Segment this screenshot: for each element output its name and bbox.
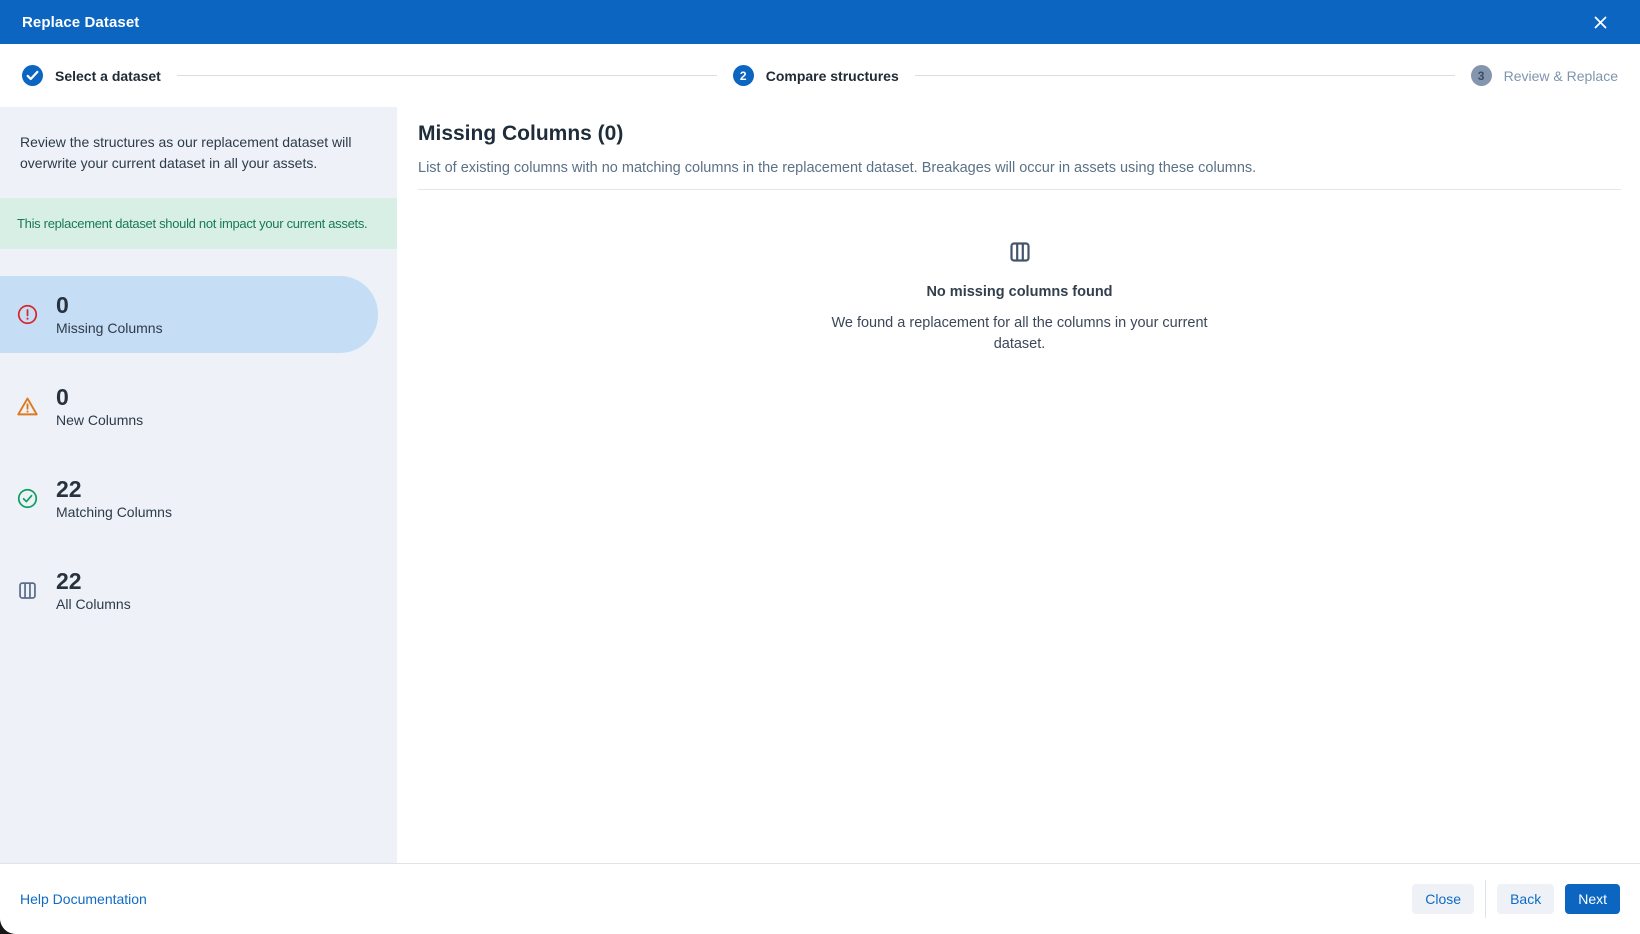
close-icon[interactable] [1588, 10, 1612, 34]
step-number-badge: 2 [733, 65, 754, 86]
card-text: 0 New Columns [56, 385, 143, 428]
next-button[interactable]: Next [1565, 884, 1620, 914]
footer-actions: Close Back Next [1412, 880, 1620, 918]
card-label: Matching Columns [56, 504, 172, 520]
step-completed-check-icon [22, 65, 43, 86]
comparison-sidebar: Review the structures as our replacement… [0, 107, 397, 863]
modal-titlebar: Replace Dataset [0, 0, 1640, 44]
card-text: 22 Matching Columns [56, 477, 172, 520]
card-count: 0 [56, 385, 143, 409]
step-label: Compare structures [766, 68, 899, 84]
empty-state-title: No missing columns found [926, 284, 1112, 300]
step-label: Select a dataset [55, 68, 161, 84]
empty-state-description: We found a replacement for all the colum… [820, 313, 1220, 355]
column-summary-cards: 0 Missing Columns 0 New Column [0, 276, 397, 629]
card-text: 0 Missing Columns [56, 293, 163, 336]
card-missing-columns[interactable]: 0 Missing Columns [0, 276, 378, 353]
card-label: New Columns [56, 412, 143, 428]
card-matching-columns[interactable]: 22 Matching Columns [0, 460, 378, 537]
panel-divider [418, 189, 1621, 190]
no-impact-banner: This replacement dataset should not impa… [0, 198, 397, 249]
step-review-replace: 3 Review & Replace [1471, 65, 1618, 86]
button-divider [1485, 880, 1486, 918]
modal-footer: Help Documentation Close Back Next [0, 863, 1640, 934]
step-label: Review & Replace [1504, 68, 1618, 84]
card-label: Missing Columns [56, 320, 163, 336]
step-number-badge: 3 [1471, 65, 1492, 86]
missing-columns-panel: Missing Columns (0) List of existing col… [397, 107, 1640, 863]
error-circle-icon [15, 304, 39, 325]
stepper-connector [915, 75, 1455, 76]
columns-icon [1008, 240, 1032, 269]
close-button[interactable]: Close [1412, 884, 1474, 914]
back-button[interactable]: Back [1497, 884, 1554, 914]
wizard-stepper: Select a dataset 2 Compare structures 3 … [0, 44, 1640, 107]
card-all-columns[interactable]: 22 All Columns [0, 552, 378, 629]
replace-dataset-modal: Replace Dataset Select a dataset 2 Compa… [0, 0, 1640, 934]
card-new-columns[interactable]: 0 New Columns [0, 368, 378, 445]
card-text: 22 All Columns [56, 569, 131, 612]
stepper-connector [177, 75, 717, 76]
modal-body: Review the structures as our replacement… [0, 107, 1640, 863]
modal-title: Replace Dataset [22, 14, 139, 31]
sidebar-intro-text: Review the structures as our replacement… [0, 132, 397, 174]
step-select-dataset: Select a dataset [22, 65, 161, 86]
warning-triangle-icon [15, 395, 39, 418]
card-count: 22 [56, 477, 172, 501]
empty-state: No missing columns found We found a repl… [820, 240, 1220, 355]
columns-icon [15, 580, 39, 601]
step-compare-structures: 2 Compare structures [733, 65, 899, 86]
card-count: 0 [56, 293, 163, 317]
card-label: All Columns [56, 596, 131, 612]
panel-subtitle: List of existing columns with no matchin… [418, 160, 1621, 176]
check-circle-icon [15, 488, 39, 509]
help-documentation-link[interactable]: Help Documentation [20, 891, 147, 907]
card-count: 22 [56, 569, 131, 593]
panel-title: Missing Columns (0) [418, 122, 1621, 146]
